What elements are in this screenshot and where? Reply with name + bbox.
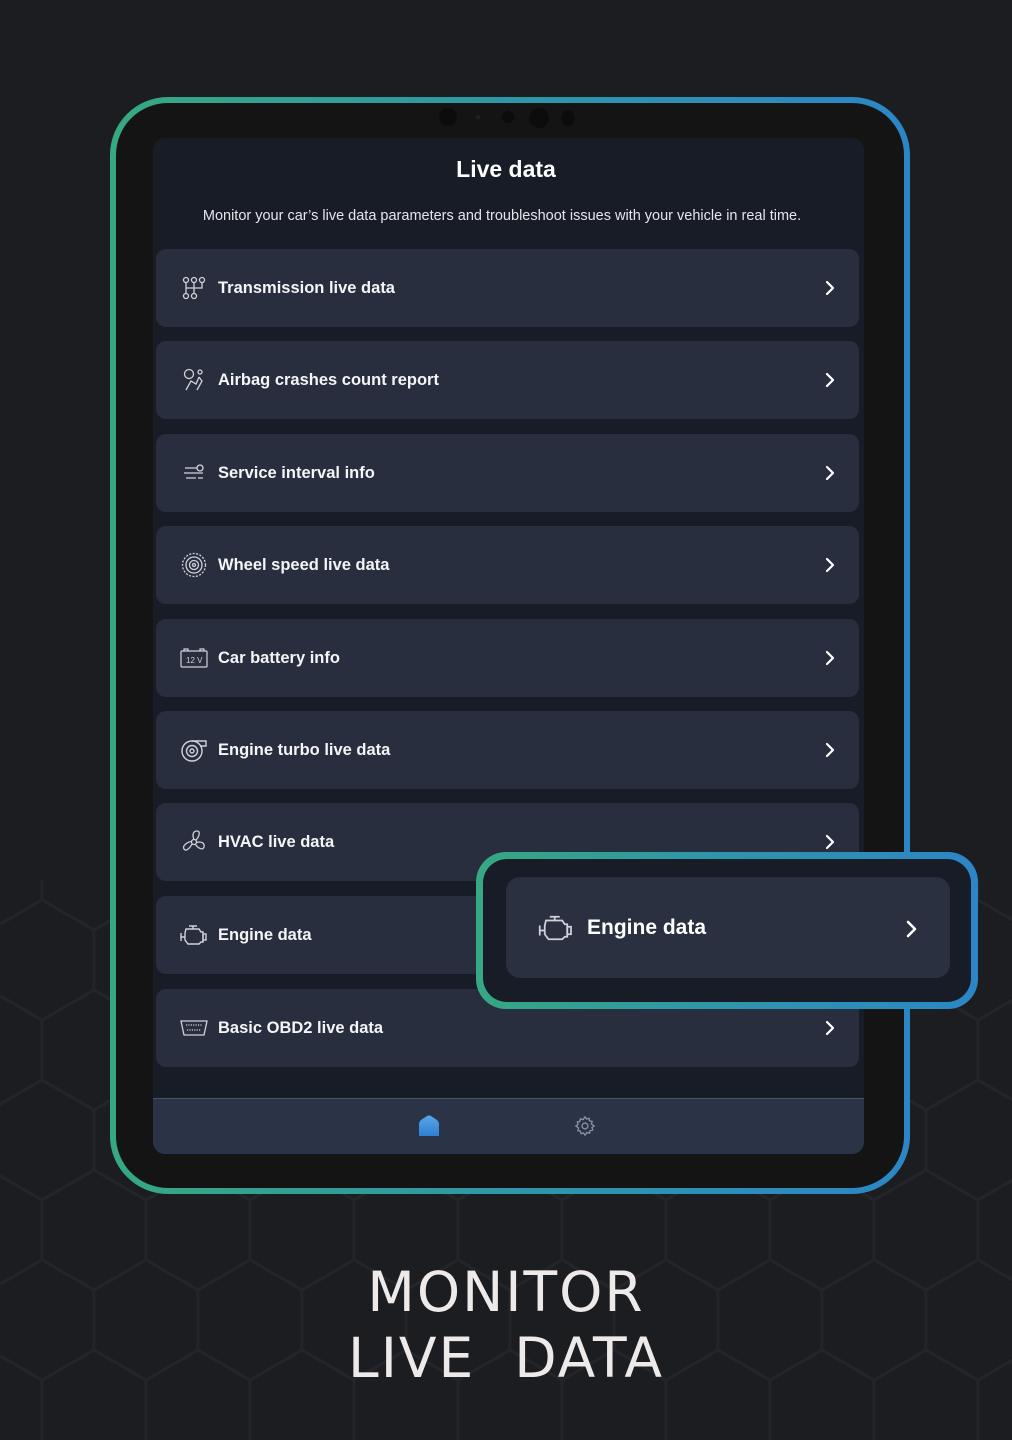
list-item-label: Engine data [218, 926, 312, 944]
list-item-label: Wheel speed live data [218, 556, 390, 574]
chevron-right-icon [825, 650, 835, 666]
list-item-label: Car battery info [218, 649, 340, 667]
list-item-label: Basic OBD2 live data [218, 1019, 384, 1037]
home-icon [419, 1115, 439, 1136]
list-item-transmission[interactable]: Transmission live data [156, 249, 859, 327]
airbag-icon [180, 367, 208, 393]
nav-home-button[interactable] [416, 1113, 442, 1139]
turbo-icon [180, 737, 208, 763]
wheel-icon [180, 552, 208, 578]
engine-icon [180, 922, 208, 948]
page-title: Live data [456, 156, 556, 182]
callout-engine-data-item[interactable]: Engine data [506, 877, 950, 978]
list-item-label: Engine turbo live data [218, 741, 391, 759]
tagline-line-1: MONITOR [367, 1260, 645, 1324]
camera-dot [561, 110, 575, 126]
callout-label: Engine data [587, 916, 707, 939]
svg-text:12 V: 12 V [186, 656, 203, 665]
obd2-connector-icon [180, 1015, 208, 1041]
page-subtitle: Monitor your car’s live data parameters … [202, 208, 802, 224]
list-item-label: Transmission live data [218, 279, 395, 297]
list-item-airbag[interactable]: Airbag crashes count report [156, 341, 859, 419]
chevron-right-icon [825, 834, 835, 850]
service-interval-icon [180, 460, 208, 486]
list-item-wheel-speed[interactable]: Wheel speed live data [156, 526, 859, 604]
chevron-right-icon [825, 557, 835, 573]
list-item-car-battery[interactable]: 12 V Car battery info [156, 619, 859, 697]
list-item-service-interval[interactable]: Service interval info [156, 434, 859, 512]
camera-dot [439, 108, 457, 126]
gear-icon [574, 1115, 596, 1137]
chevron-right-icon [825, 465, 835, 481]
list-item-label: Service interval info [218, 464, 375, 482]
fan-icon [180, 829, 208, 855]
camera-dot [476, 115, 480, 119]
chevron-right-icon [825, 742, 835, 758]
tagline-line-2: LIVE DATA [348, 1326, 664, 1390]
nav-settings-button[interactable] [572, 1113, 598, 1139]
list-item-label: Airbag crashes count report [218, 371, 439, 389]
chevron-right-icon [825, 1020, 835, 1036]
engine-icon [538, 915, 572, 941]
list-item-engine-turbo[interactable]: Engine turbo live data [156, 711, 859, 789]
camera-dot [502, 111, 514, 123]
camera-lens [529, 108, 549, 128]
list-item-label: HVAC live data [218, 833, 335, 851]
chevron-right-icon [906, 920, 917, 938]
chevron-right-icon [825, 372, 835, 388]
chevron-right-icon [825, 280, 835, 296]
transmission-icon [180, 275, 208, 301]
bottom-navigation-bar [153, 1098, 864, 1154]
battery-icon: 12 V [180, 645, 208, 671]
